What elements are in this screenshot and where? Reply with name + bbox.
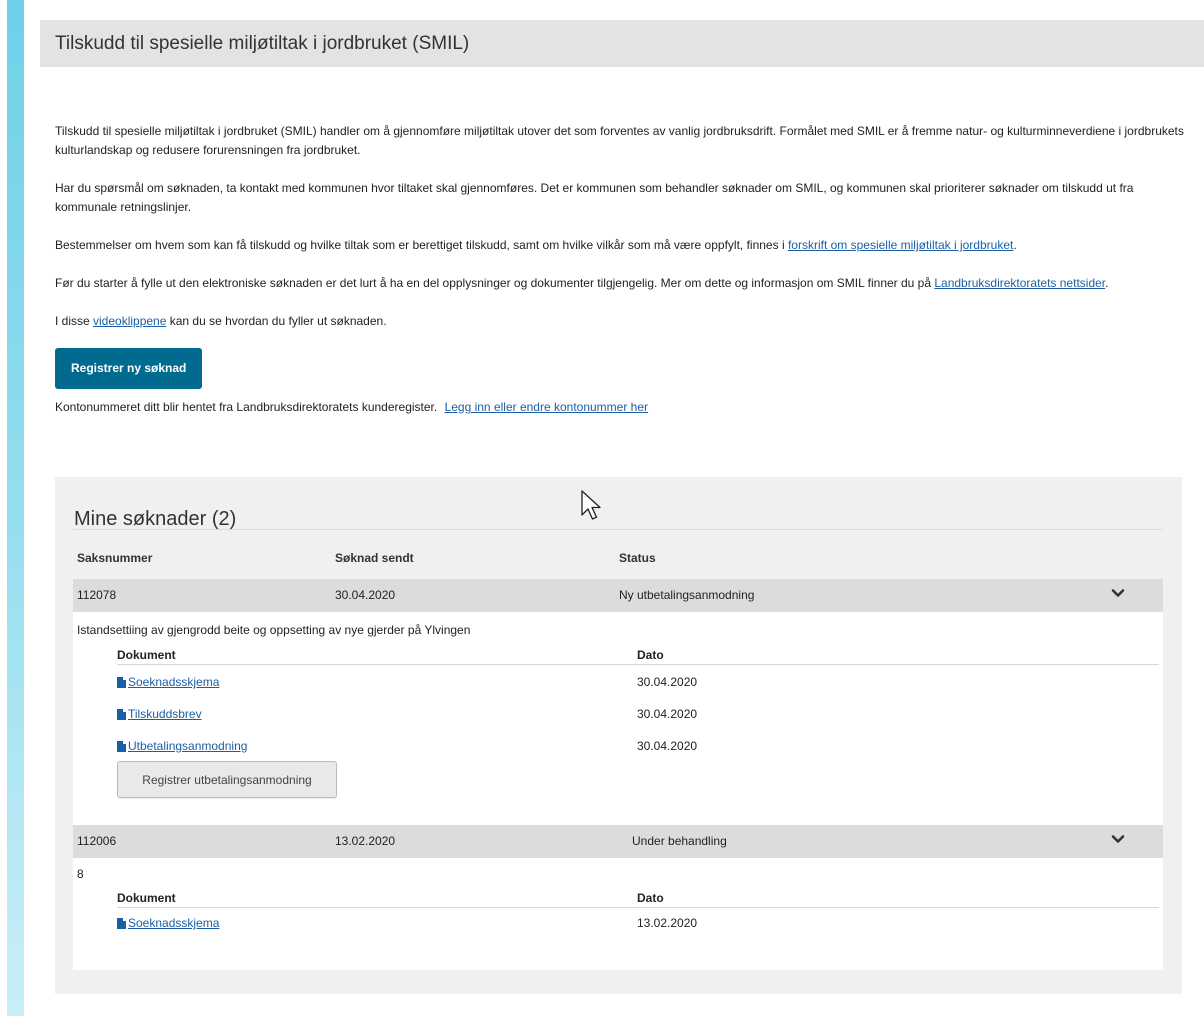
case-number: 112078 (77, 588, 117, 602)
application-details-112006: 8 Dokument Dato Soeknadsskjema 13.02.202… (73, 858, 1163, 970)
account-info: Kontonummeret ditt blir hentet fra Landb… (55, 398, 1185, 417)
chevron-down-icon[interactable] (1111, 586, 1125, 600)
directorate-website-link[interactable]: Landbruksdirektoratets nettsider (934, 276, 1105, 290)
date-column-header: Dato (637, 648, 664, 662)
date-column-header: Dato (637, 891, 664, 905)
document-link-soeknadsskjema[interactable]: Soeknadsskjema (117, 916, 219, 930)
document-link-utbetalingsanmodning[interactable]: Utbetalingsanmodning (117, 739, 247, 753)
intro-paragraph-3-text: Bestemmelser om hvem som kan få tilskudd… (55, 238, 788, 252)
mouse-cursor-icon (581, 490, 601, 520)
applications-title: Mine søknader (2) (74, 508, 237, 530)
application-details-112078: Istandsettiing av gjengrodd beite og opp… (73, 612, 1163, 825)
chevron-down-icon[interactable] (1111, 832, 1125, 846)
document-name: Soeknadsskjema (128, 675, 220, 689)
my-applications-panel: Mine søknader (2) Saksnummer Søknad send… (55, 477, 1182, 994)
document-name: Soeknadsskjema (128, 916, 220, 930)
document-date: 30.04.2020 (637, 739, 698, 753)
document-link-soeknadsskjema[interactable]: Soeknadsskjema (117, 675, 219, 689)
intro-paragraph-1: Tilskudd til spesielle miljøtiltak i jor… (55, 124, 1184, 157)
intro-paragraph-4-end: . (1105, 276, 1109, 290)
intro-paragraph-5: I disse videoklippene kan du se hvordan … (55, 312, 1185, 331)
sent-date: 30.04.2020 (335, 588, 396, 602)
column-header-status: Status (619, 551, 656, 565)
video-clips-link[interactable]: videoklippene (93, 314, 166, 328)
document-name: Tilskuddsbrev (128, 707, 202, 721)
document-table-divider (117, 664, 1159, 665)
column-header-sent: Søknad sendt (335, 551, 414, 565)
file-icon (117, 917, 126, 929)
status-text: Under behandling (632, 834, 727, 848)
document-date: 30.04.2020 (637, 675, 698, 689)
file-icon (117, 740, 126, 752)
main-content: Tilskudd til spesielle miljøtiltak i jor… (55, 122, 1185, 417)
intro-paragraph-5-end: kan du se hvordan du fyller ut søknaden. (166, 314, 387, 328)
register-payment-request-button[interactable]: Registrer utbetalingsanmodning (117, 761, 337, 798)
title-divider (73, 529, 1163, 530)
regulation-link[interactable]: forskrift om spesielle miljøtiltak i jor… (788, 238, 1013, 252)
intro-paragraph-3-end: . (1013, 238, 1017, 252)
page-header: Tilskudd til spesielle miljøtiltak i jor… (40, 20, 1204, 67)
document-date: 30.04.2020 (637, 707, 698, 721)
application-row-112006[interactable]: 112006 13.02.2020 Under behandling (73, 825, 1163, 858)
side-accent-bar (7, 0, 24, 1016)
intro-paragraph-3: Bestemmelser om hvem som kan få tilskudd… (55, 236, 1185, 255)
applications-list: Mine søknader (2) Saksnummer Søknad send… (73, 477, 1163, 970)
document-column-header: Dokument (117, 648, 176, 662)
document-link-tilskuddsbrev[interactable]: Tilskuddsbrev (117, 707, 202, 721)
register-new-application-button[interactable]: Registrer ny søknad (55, 348, 203, 389)
edit-account-number-link[interactable]: Legg inn eller endre kontonummer her (445, 400, 648, 414)
application-description: 8 (77, 867, 84, 881)
account-info-text: Kontonummeret ditt blir hentet fra Landb… (55, 400, 438, 414)
document-column-header: Dokument (117, 891, 176, 905)
page-title: Tilskudd til spesielle miljøtiltak i jor… (55, 32, 470, 54)
application-description: Istandsettiing av gjengrodd beite og opp… (77, 623, 471, 637)
application-row-112078[interactable]: 112078 30.04.2020 Ny utbetalingsanmodnin… (73, 579, 1163, 612)
file-icon (117, 676, 126, 688)
intro-paragraph-4: Før du starter å fylle ut den elektronis… (55, 274, 1185, 293)
intro-paragraph-4-text: Før du starter å fylle ut den elektronis… (55, 276, 935, 290)
document-name: Utbetalingsanmodning (128, 739, 248, 753)
file-icon (117, 708, 126, 720)
intro-paragraph-2: Har du spørsmål om søknaden, ta kontakt … (55, 181, 1134, 214)
document-date: 13.02.2020 (637, 916, 698, 930)
document-table-divider (117, 907, 1159, 908)
intro-paragraph-5-text: I disse (55, 314, 94, 328)
case-number: 112006 (77, 834, 117, 848)
column-header-case-number: Saksnummer (77, 551, 153, 565)
status-text: Ny utbetalingsanmodning (619, 588, 755, 602)
sent-date: 13.02.2020 (335, 834, 396, 848)
